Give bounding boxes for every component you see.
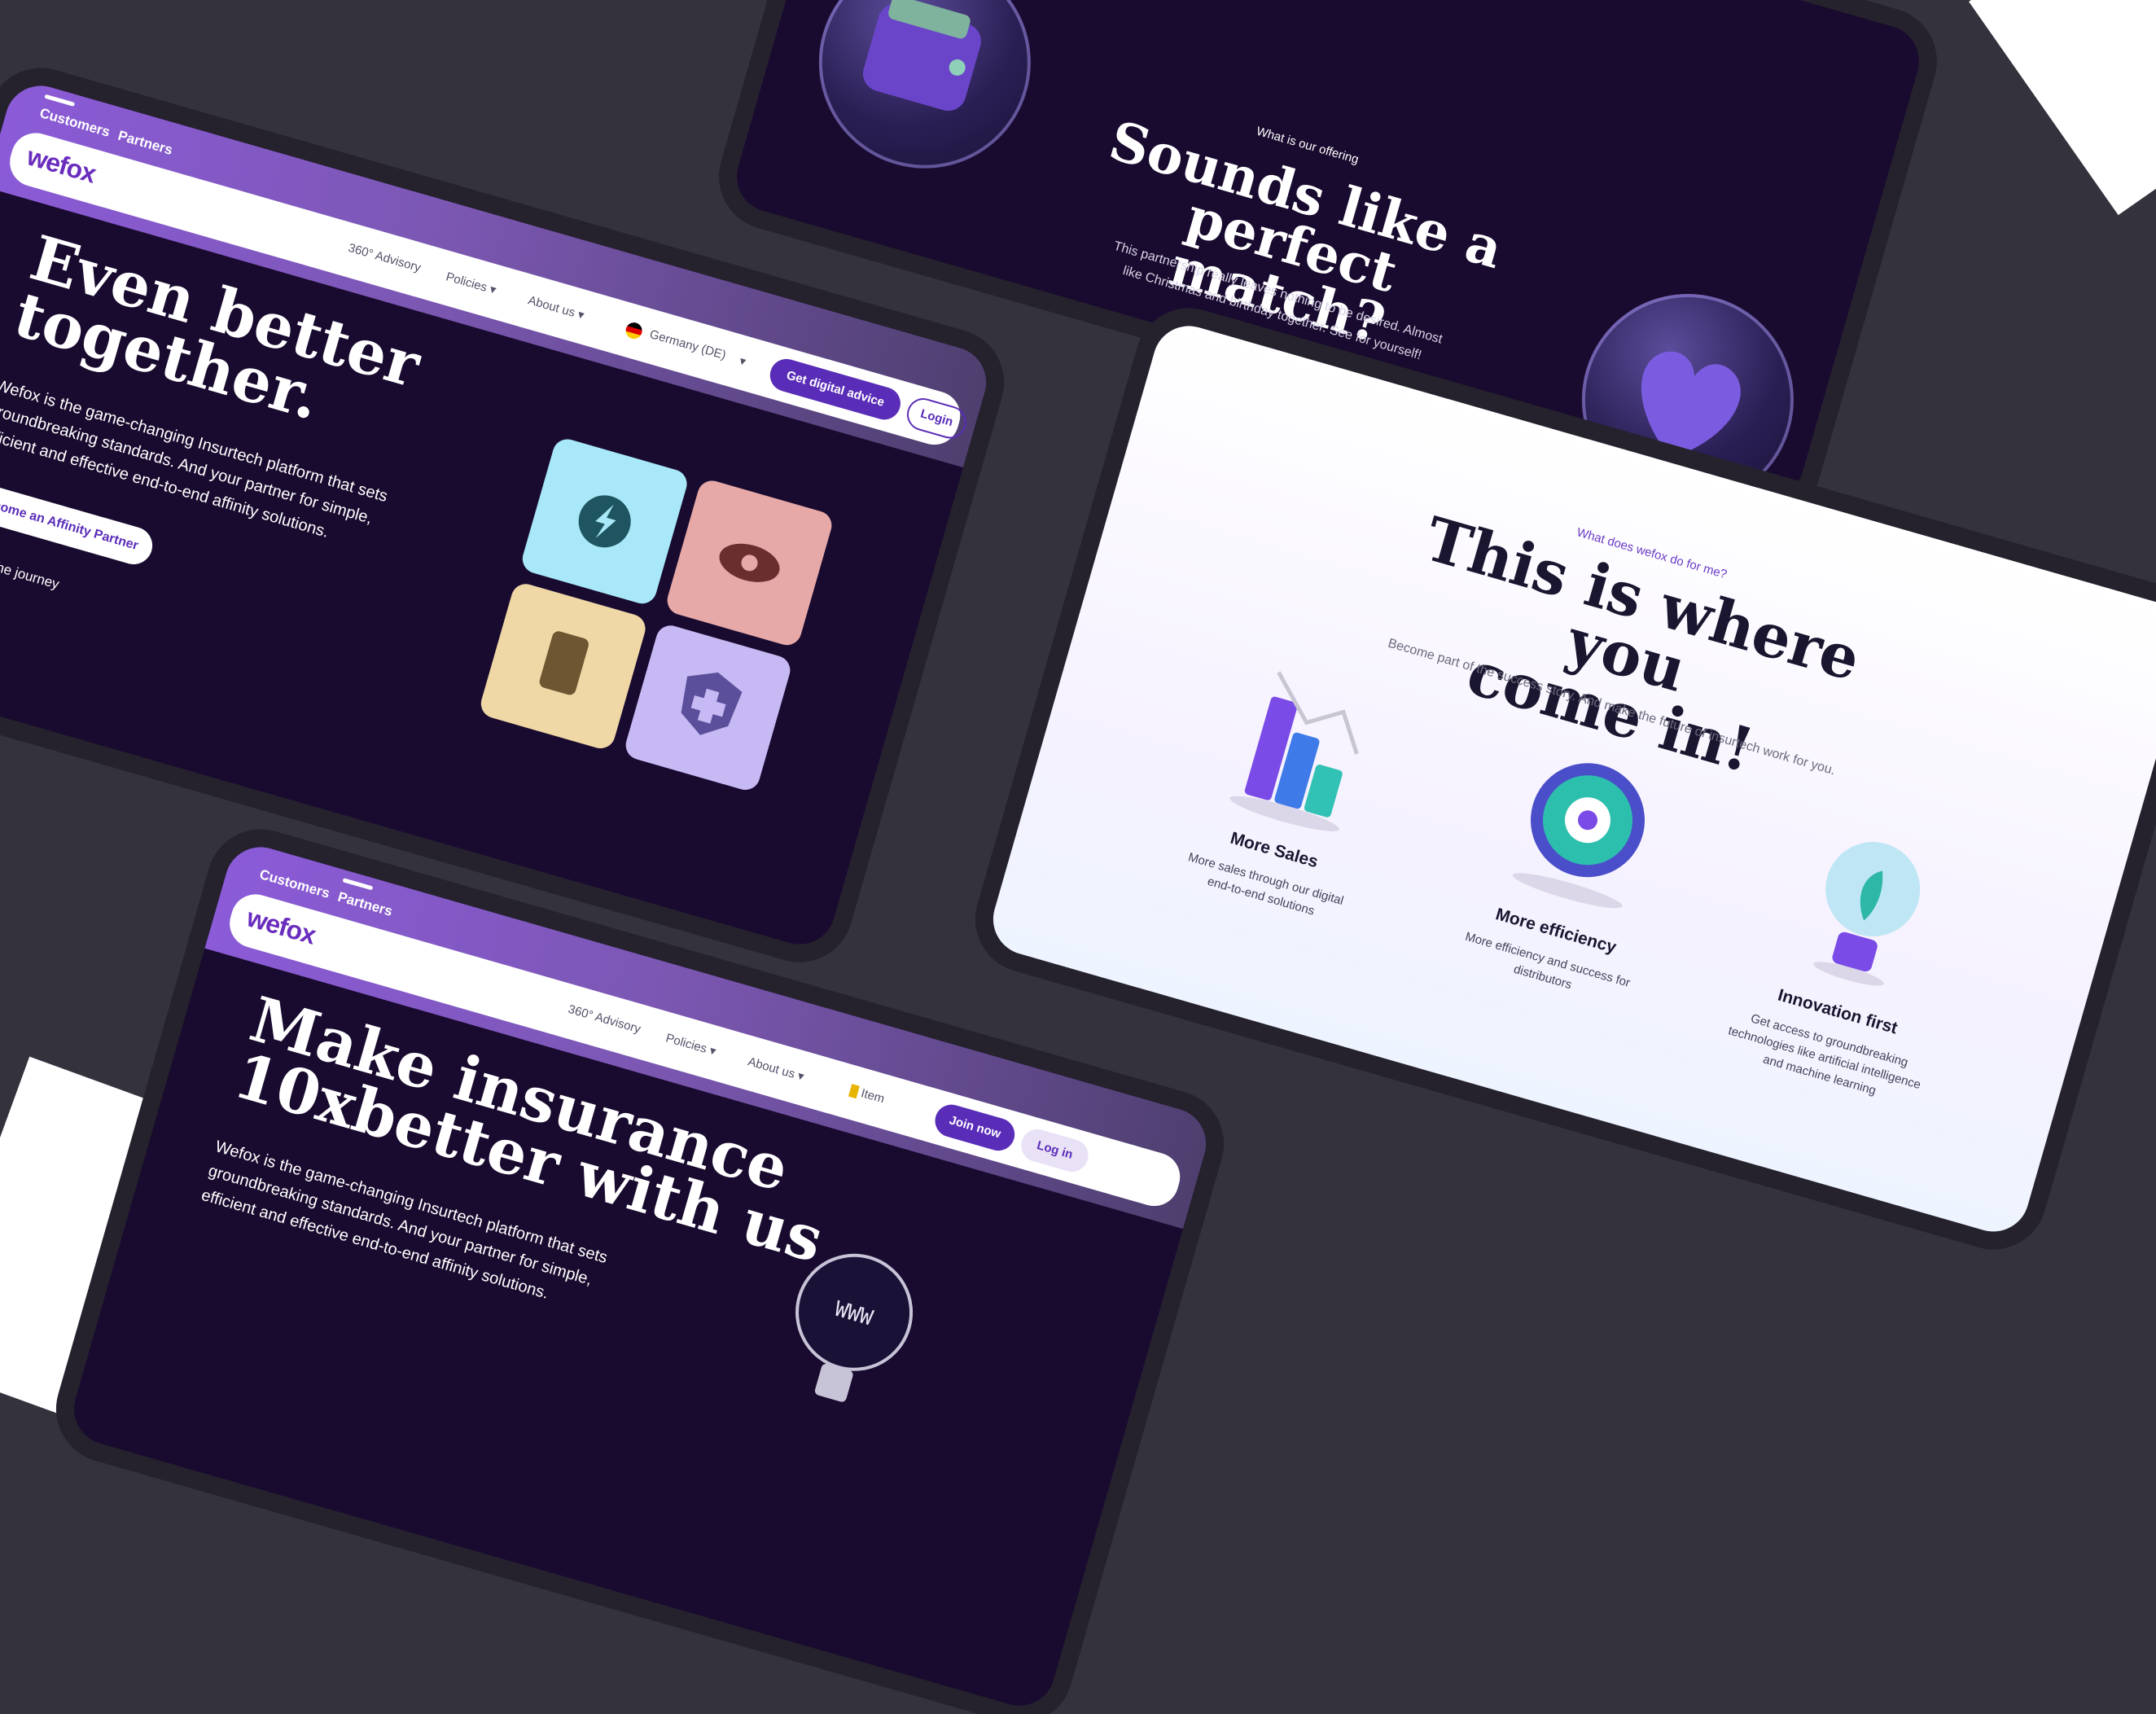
chevron-down-icon[interactable]: ▾: [738, 353, 747, 369]
chevron-down-icon: ▾: [488, 282, 498, 298]
wallet-icon: [862, 0, 981, 112]
affinity-partner-button[interactable]: Become an Affinity Partner: [0, 479, 157, 569]
logo[interactable]: wefox: [24, 141, 99, 189]
start-journey-link[interactable]: ⚲ Start the journey: [0, 546, 61, 593]
active-tab-indicator: [342, 878, 374, 891]
nav-policies[interactable]: Policies ▾: [445, 269, 498, 297]
login-button[interactable]: Login: [903, 394, 971, 443]
log-in-button[interactable]: Log in: [1017, 1125, 1093, 1176]
nav-about-label: About us: [746, 1054, 797, 1081]
chevron-down-icon: ▾: [795, 1068, 806, 1085]
nav-policies-label: Policies: [444, 270, 489, 295]
nav-policies-label: Policies: [664, 1031, 709, 1056]
lightbulb-icon: [1813, 842, 1921, 986]
nav-about[interactable]: About us ▾: [747, 1054, 806, 1084]
product-cubes-illustration: [480, 439, 832, 791]
logo[interactable]: wefox: [243, 902, 318, 950]
country-selector[interactable]: Germany (DE): [648, 327, 728, 362]
flag-icon: [624, 320, 644, 341]
nav-policies[interactable]: Policies ▾: [664, 1030, 718, 1059]
tab-partners[interactable]: Partners: [116, 128, 175, 159]
bar-chart-icon: [1229, 671, 1359, 831]
nav-about[interactable]: About us ▾: [527, 292, 586, 322]
chevron-down-icon: ▾: [576, 307, 586, 323]
digital-advice-button[interactable]: Get digital advice: [766, 355, 905, 424]
benefits-page-mockup: What does wefox do for me? This is where…: [984, 318, 2156, 1240]
start-journey-label: Start the journey: [0, 550, 61, 593]
second-hero-page-mockup: Customers Partners wefox 360° Advisory P…: [65, 839, 1215, 1714]
background-shape: [1969, 0, 2156, 216]
chevron-down-icon: ▾: [708, 1043, 718, 1059]
item-icon: [848, 1084, 860, 1099]
nav-advisory[interactable]: 360° Advisory: [567, 1002, 642, 1037]
nav-advisory[interactable]: 360° Advisory: [347, 241, 423, 275]
item-label: Item: [859, 1086, 887, 1107]
wallet-orb: [794, 0, 1056, 194]
nav-about-label: About us: [526, 293, 577, 320]
active-tab-indicator: [44, 94, 76, 107]
item-selector[interactable]: Item: [848, 1083, 886, 1106]
join-now-button[interactable]: Join now: [931, 1100, 1019, 1155]
tab-partners[interactable]: Partners: [335, 889, 395, 920]
